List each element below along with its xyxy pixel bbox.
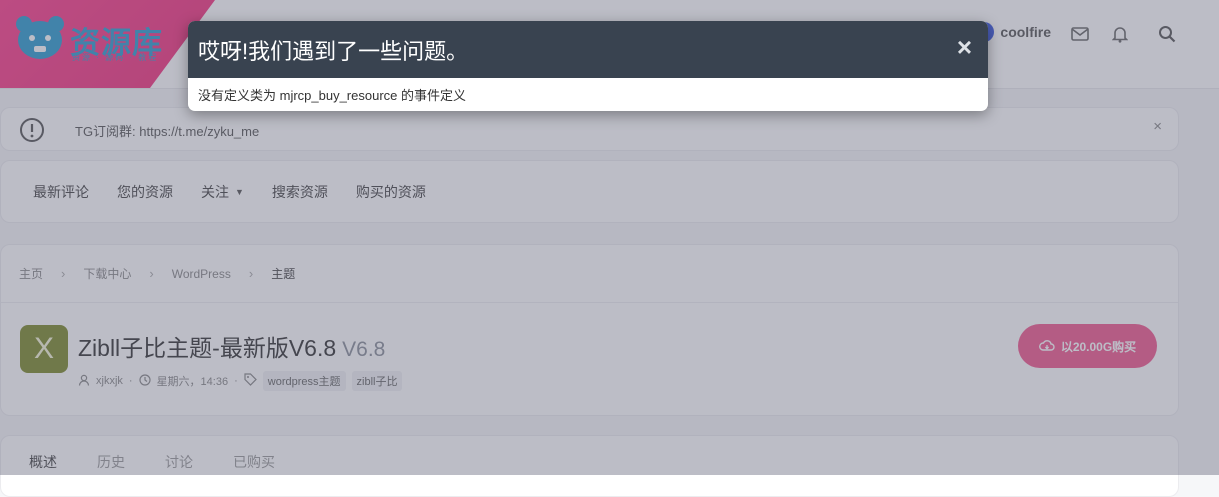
modal-header: 哎呀!我们遇到了一些问题。 × [188, 21, 988, 78]
close-icon[interactable]: × [957, 34, 972, 60]
modal-message: 没有定义类为 mjrcp_buy_resource 的事件定义 [198, 88, 466, 103]
modal-title: 哎呀!我们遇到了一些问题。 [198, 39, 469, 64]
error-modal: 哎呀!我们遇到了一些问题。 × 没有定义类为 mjrcp_buy_resourc… [188, 21, 988, 111]
